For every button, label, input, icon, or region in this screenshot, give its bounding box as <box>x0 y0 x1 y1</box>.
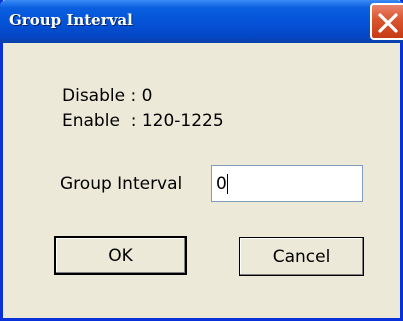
title-bar[interactable]: Group Interval <box>0 0 403 43</box>
close-icon <box>378 13 398 33</box>
text-caret <box>227 174 228 194</box>
ok-button[interactable]: OK <box>54 236 187 275</box>
enable-info-text: Enable : 120-1225 <box>62 111 224 131</box>
disable-info-text: Disable : 0 <box>62 86 153 106</box>
window-title: Group Interval <box>9 11 133 29</box>
group-interval-input[interactable] <box>211 165 363 202</box>
close-button[interactable] <box>370 3 403 40</box>
cancel-button[interactable]: Cancel <box>239 237 364 276</box>
group-interval-label: Group Interval <box>60 174 183 194</box>
